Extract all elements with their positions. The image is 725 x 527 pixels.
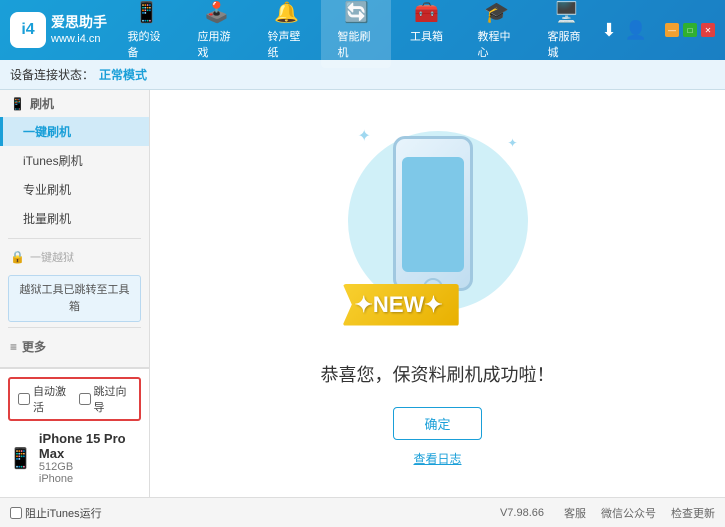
close-button[interactable]: ✕ [701,23,715,37]
device-phone-icon: 📱 [8,446,33,471]
log-link[interactable]: 查看日志 [413,450,461,467]
phone-illustration: ✦ ✦ ✦NEW✦ [338,121,538,341]
device-panel: 自动激活 跳过向导 📱 iPhone 15 Pro Max 512GB iPho… [0,368,149,497]
star-top-left-icon: ✦ [358,126,371,146]
itunes-block-input[interactable] [10,507,22,519]
service-icon: 🖥️ [554,0,579,25]
main-layout: 📱 刷机 一键刷机 iTunes刷机 专业刷机 批量刷机 🔒 一键越狱 越狱工具… [0,90,725,497]
new-badge: ✦NEW✦ [343,284,459,326]
more-section-icon: ≡ [10,340,17,354]
sidebar-item-other-tools[interactable]: 其他工具 [0,360,149,367]
device-details: iPhone 15 Pro Max 512GB iPhone [39,431,141,485]
sidebar-item-pro-flash[interactable]: 专业刷机 [0,175,149,204]
guide-activation-input[interactable] [79,393,91,405]
nav-tab-toolbox[interactable]: 🧰 工具箱 [391,0,461,68]
app-header: i4 爱思助手 www.i4.cn 📱 我的设备 🕹️ 应用游戏 🔔 铃声壁纸 … [0,0,725,60]
download-button[interactable]: ⬇ [601,20,616,41]
logo-area: i4 爱思助手 www.i4.cn [10,12,111,48]
app-games-icon: 🕹️ [204,0,229,25]
success-message: 恭喜您，保资料刷机成功啦！ [321,361,555,387]
window-controls: — □ ✕ [665,23,715,37]
device-info: 📱 iPhone 15 Pro Max 512GB iPhone [8,427,141,489]
maximize-button[interactable]: □ [683,23,697,37]
itunes-block-checkbox[interactable]: 阻止iTunes运行 [10,505,102,521]
sidebar-section-jailbreak: 🔒 一键越狱 越狱工具已跳转至工具箱 [0,244,149,322]
nav-tab-service[interactable]: 🖥️ 客服商城 [531,0,601,68]
nav-tab-app-games[interactable]: 🕹️ 应用游戏 [181,0,251,68]
sidebar-footer: 自动激活 跳过向导 📱 iPhone 15 Pro Max 512GB iPho… [0,367,149,497]
wechat-link[interactable]: 微信公众号 [601,505,656,521]
tutorial-icon: 🎓 [484,0,509,25]
bottom-bar: 阻止iTunes运行 V7.98.66 客服 微信公众号 检查更新 [0,497,725,527]
auto-activate-checkbox[interactable]: 自动激活 [18,383,71,415]
check-update-link[interactable]: 检查更新 [671,505,715,521]
flash-section-icon: 📱 [10,97,25,111]
device-type: iPhone [39,473,141,485]
lock-icon: 🔒 [10,250,25,264]
sidebar-item-batch-flash[interactable]: 批量刷机 [0,204,149,233]
smart-flash-icon: 🔄 [344,0,369,25]
ringtone-icon: 🔔 [274,0,299,25]
main-content: ✦ ✦ ✦NEW✦ 恭喜您，保资料刷机成功啦！ 确定 查看日志 [150,90,725,497]
sidebar-section-more-header: ≡ 更多 [0,333,149,360]
sidebar-item-itunes-flash[interactable]: iTunes刷机 [0,146,149,175]
sidebar: 📱 刷机 一键刷机 iTunes刷机 专业刷机 批量刷机 🔒 一键越狱 越狱工具… [0,90,150,497]
logo-icon: i4 [10,12,46,48]
device-name: iPhone 15 Pro Max [39,431,141,461]
sidebar-section-flash: 📱 刷机 一键刷机 iTunes刷机 专业刷机 批量刷机 [0,90,149,233]
toolbox-icon: 🧰 [414,0,439,25]
logo-text: 爱思助手 www.i4.cn [51,13,107,48]
auto-activate-input[interactable] [18,393,30,405]
bottom-links: 客服 微信公众号 检查更新 [564,505,715,521]
sidebar-section-more: ≡ 更多 其他工具 下载固件 高级功能 [0,333,149,367]
phone-body-wrapper [393,136,473,291]
nav-tabs: 📱 我的设备 🕹️ 应用游戏 🔔 铃声壁纸 🔄 智能刷机 🧰 工具箱 🎓 教程中… [111,0,601,68]
phone-screen [402,157,464,272]
nav-tab-smart-flash[interactable]: 🔄 智能刷机 [321,0,391,68]
device-storage: 512GB [39,461,141,473]
nav-tab-ringtone[interactable]: 🔔 铃声壁纸 [251,0,321,68]
confirm-button[interactable]: 确定 [393,407,481,440]
version-info: V7.98.66 [500,507,544,519]
nav-tab-tutorial[interactable]: 🎓 教程中心 [461,0,531,68]
guide-activation-checkbox[interactable]: 跳过向导 [79,383,132,415]
sidebar-notice-jailbreak: 越狱工具已跳转至工具箱 [8,275,141,322]
nav-tab-my-device[interactable]: 📱 我的设备 [111,0,181,68]
sidebar-content: 📱 刷机 一键刷机 iTunes刷机 专业刷机 批量刷机 🔒 一键越狱 越狱工具… [0,90,149,367]
sidebar-section-flash-header: 📱 刷机 [0,90,149,117]
customer-link[interactable]: 客服 [564,505,586,521]
star-top-right-icon: ✦ [507,136,517,150]
sidebar-disabled-jailbreak: 🔒 一键越狱 [0,244,149,270]
phone-body [393,136,473,291]
user-button[interactable]: 👤 [625,20,647,41]
sidebar-divider-2 [8,327,141,328]
sidebar-item-one-key-flash[interactable]: 一键刷机 [0,117,149,146]
sidebar-divider-1 [8,238,141,239]
minimize-button[interactable]: — [665,23,679,37]
new-badge-text: ✦NEW✦ [355,292,443,318]
auto-options-group: 自动激活 跳过向导 [8,377,141,421]
header-right: ⬇ 👤 — □ ✕ [601,20,715,41]
my-device-icon: 📱 [134,0,159,25]
